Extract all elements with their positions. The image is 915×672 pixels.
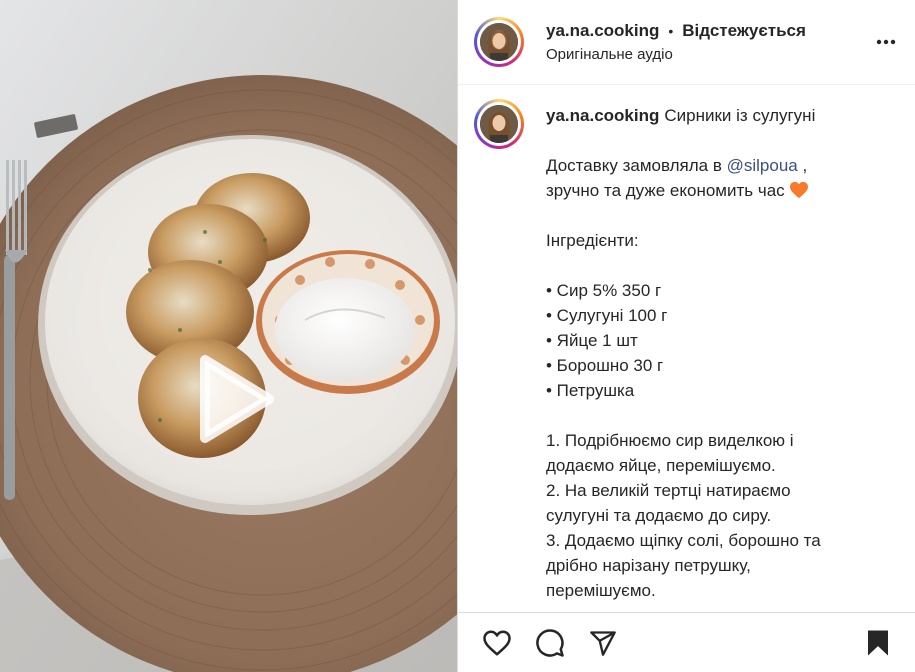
instagram-post: ya.na.cooking • Відстежується Оригінальн… <box>0 0 915 672</box>
save-button[interactable] <box>861 626 895 660</box>
bookmark-icon <box>868 630 888 655</box>
post-header: ya.na.cooking • Відстежується Оригінальн… <box>458 0 915 85</box>
step-line: 1. Подрібнюємо сир виделкою і <box>546 431 794 450</box>
step-line: сулугуні та додаємо до сиру. <box>546 506 772 525</box>
step-line: перемішуємо. <box>546 581 656 600</box>
play-icon <box>200 355 274 443</box>
caption-title: Сирники із сулугуні <box>664 106 816 125</box>
delivery-text-line2: зручно та дуже економить час <box>546 181 790 200</box>
more-horizontal-icon <box>876 39 896 45</box>
comment-button[interactable] <box>533 626 567 660</box>
delivery-text: Доставку замовляла в <box>546 156 727 175</box>
caption-author-avatar[interactable] <box>474 99 524 149</box>
share-icon <box>590 630 616 656</box>
share-button[interactable] <box>586 626 620 660</box>
post-side-panel: ya.na.cooking • Відстежується Оригінальн… <box>457 0 915 672</box>
food-photo <box>0 0 457 672</box>
like-button[interactable] <box>480 626 514 660</box>
play-button[interactable] <box>183 352 277 446</box>
ingredient-item: • Борошно 30 г <box>546 356 664 375</box>
ingredient-item: • Яйце 1 шт <box>546 331 638 350</box>
post-video[interactable] <box>0 0 457 672</box>
action-bar <box>458 612 915 672</box>
original-audio-link[interactable]: Оригінальне аудіо <box>546 46 871 63</box>
step-line: 2. На великій тертці натираємо <box>546 481 791 500</box>
silpoua-mention-link[interactable]: @silpoua <box>727 156 798 175</box>
ingredient-item: • Сир 5% 350 г <box>546 281 662 300</box>
ingredient-item: • Петрушка <box>546 381 635 400</box>
following-button[interactable]: Відстежується <box>682 21 806 41</box>
author-username[interactable]: ya.na.cooking <box>546 21 659 41</box>
comment-icon <box>536 628 564 657</box>
caption-area[interactable]: ya.na.cooking Сирники із сулугуні Доставк… <box>458 85 915 612</box>
post-caption: ya.na.cooking Сирники із сулугуні Доставк… <box>546 103 821 603</box>
step-line: додаємо яйце, перемішуємо. <box>546 456 776 475</box>
more-options-button[interactable] <box>871 27 901 57</box>
orange-heart-icon <box>790 181 809 199</box>
separator-dot: • <box>668 23 674 39</box>
step-line: 3. Додаємо щіпку солі, борошно та <box>546 531 821 550</box>
ingredient-item: • Сулугуні 100 г <box>546 306 668 325</box>
heart-icon <box>483 630 511 655</box>
ingredients-heading: Інгредієнти: <box>546 231 639 250</box>
caption-username[interactable]: ya.na.cooking <box>546 106 659 125</box>
step-line: дрібно нарізану петрушку, <box>546 556 751 575</box>
author-avatar[interactable] <box>474 17 524 67</box>
